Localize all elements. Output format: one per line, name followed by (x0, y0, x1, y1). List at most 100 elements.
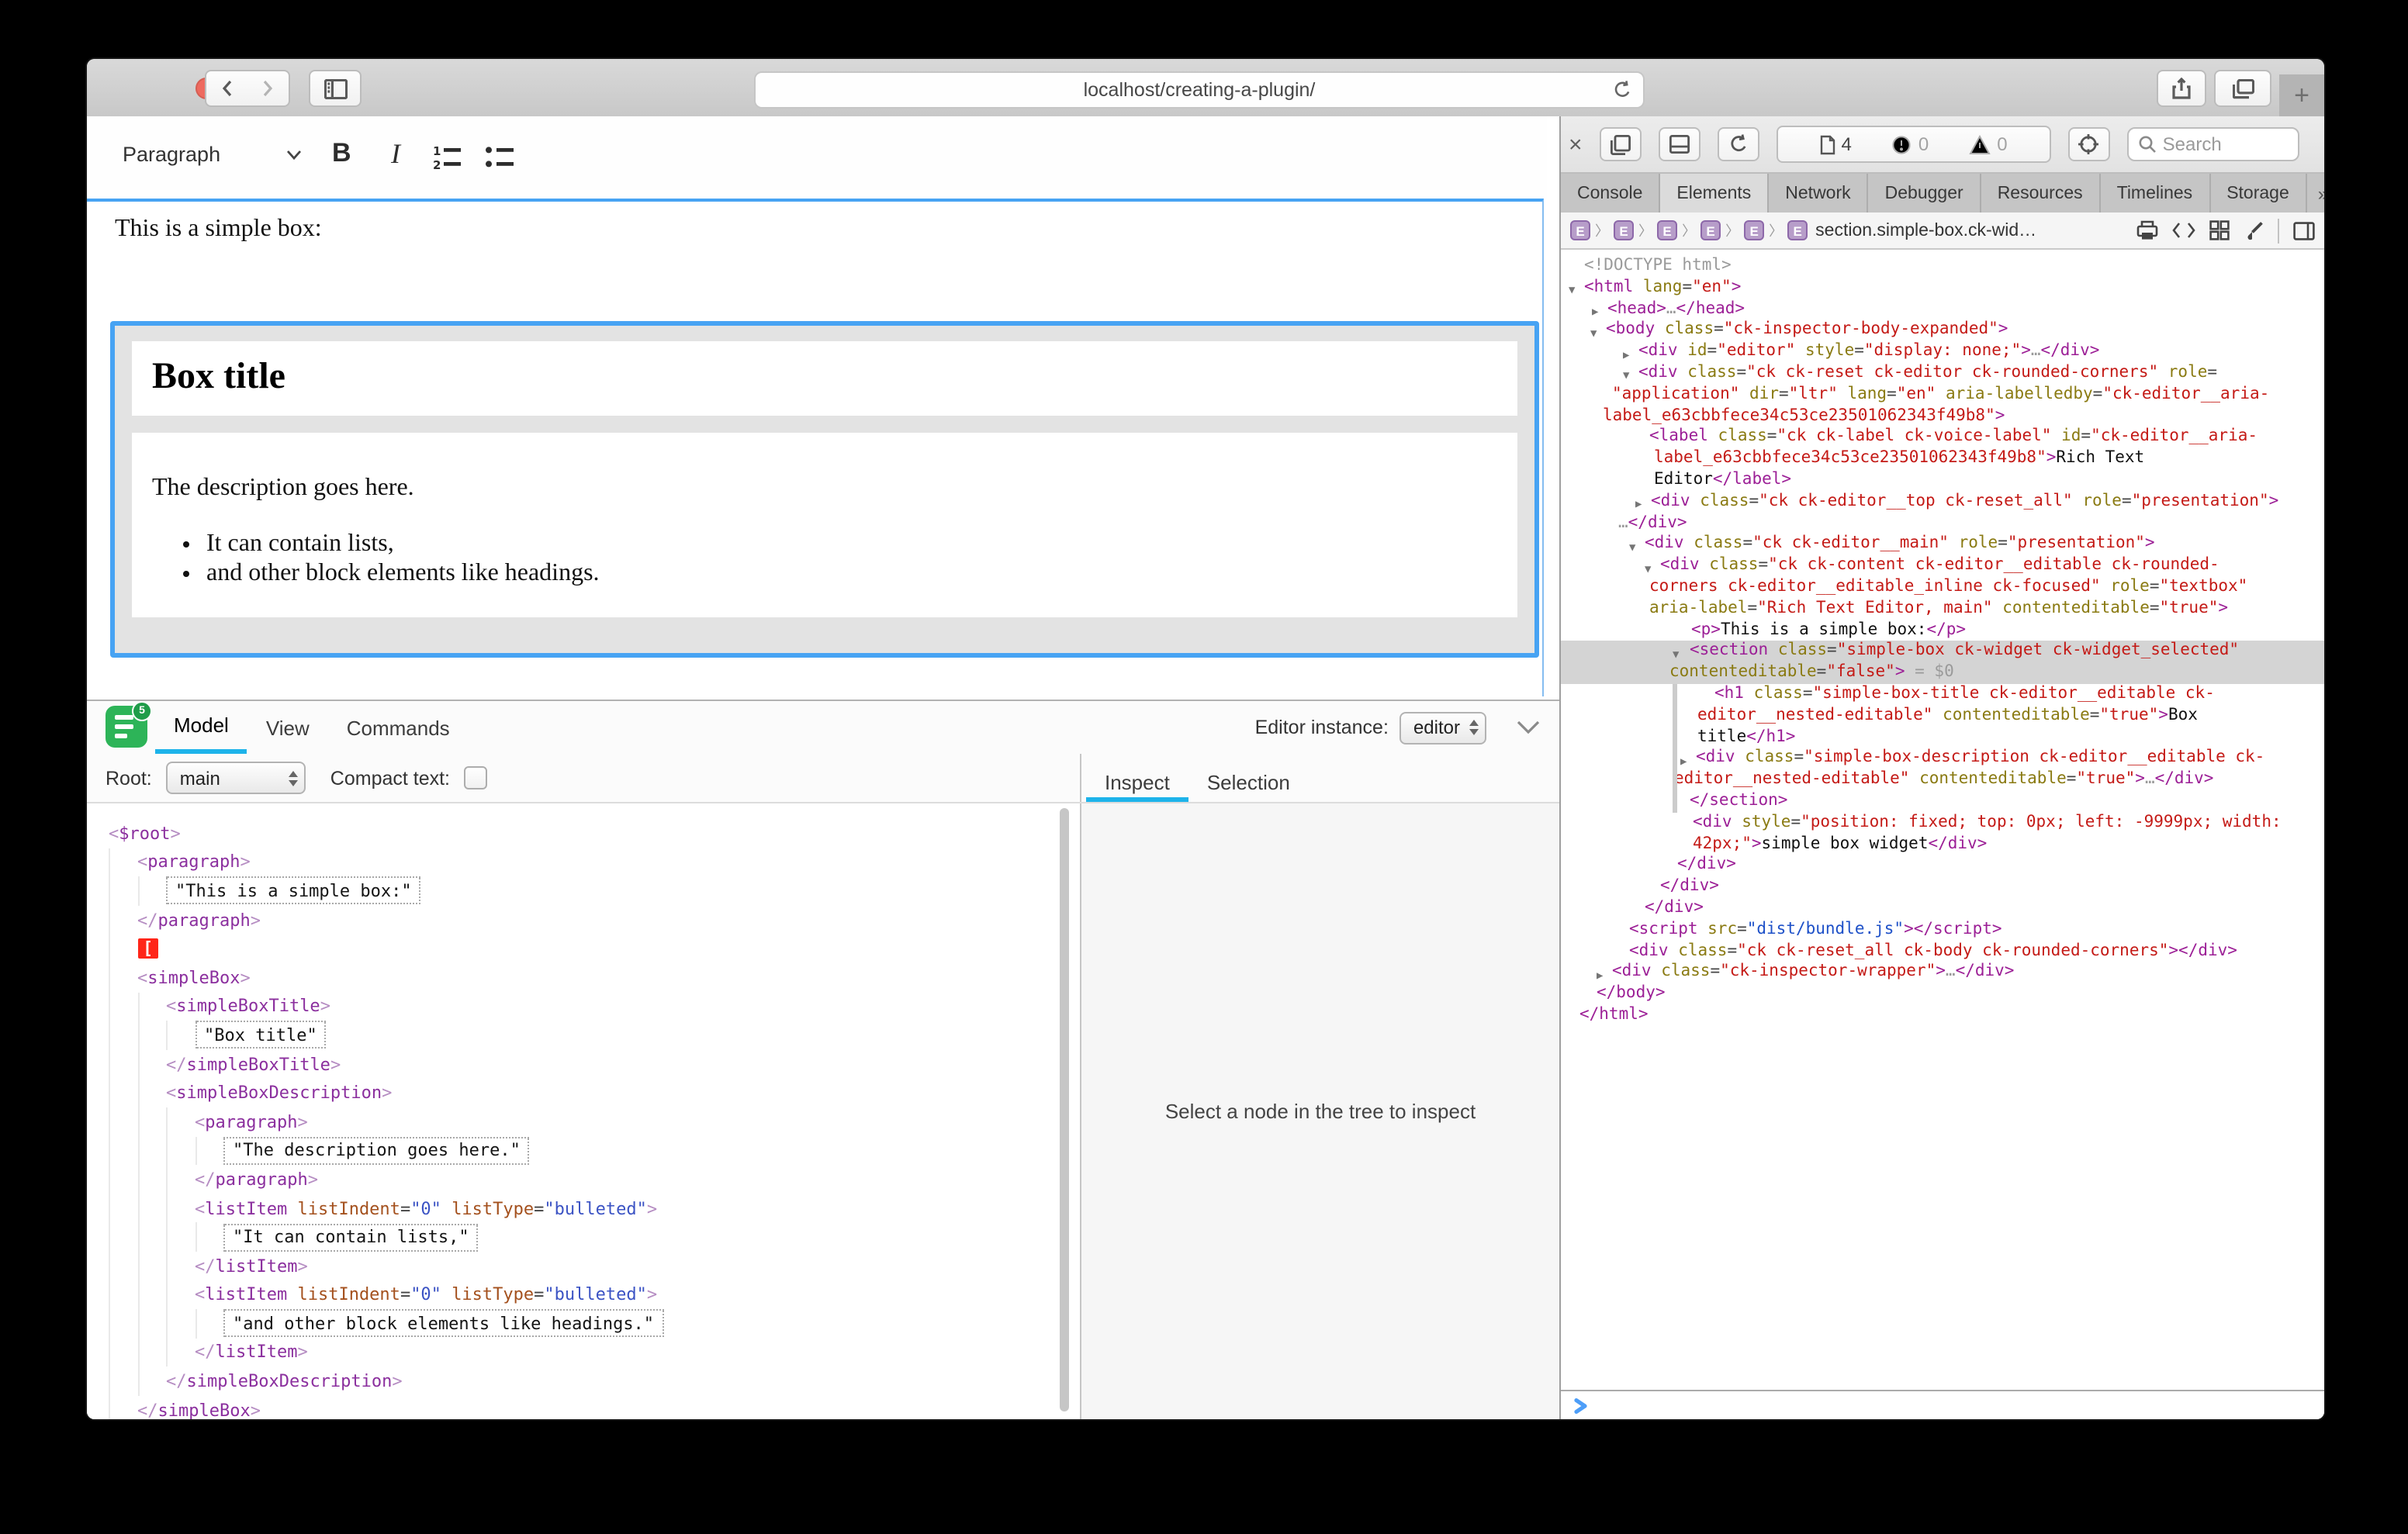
source-line[interactable]: label_e63cbbfece34c53ce23501062343f49b8"… (1561, 448, 2324, 470)
model-tree-line[interactable]: <simpleBoxDescription> (87, 1079, 1080, 1107)
devtools-tab-storage[interactable]: Storage (2210, 174, 2307, 212)
model-tree-line[interactable]: <paragraph> (87, 1107, 1080, 1136)
console-prompt-row[interactable] (1561, 1390, 2324, 1419)
inspector-tab-commands[interactable]: Commands (328, 701, 469, 754)
breadcrumb-element-badge[interactable]: E (1744, 220, 1764, 240)
intro-paragraph[interactable]: This is a simple box: (115, 216, 1542, 244)
model-tree-line[interactable]: "Box title" (87, 1021, 1080, 1049)
source-line[interactable]: <h1 class="simple-box-title ck-editor__e… (1561, 684, 2324, 706)
compact-text-checkbox[interactable] (464, 766, 487, 789)
rich-text-editable[interactable]: This is a simple box: Box title The desc… (87, 199, 1544, 696)
model-tree-line[interactable]: <simpleBox> (87, 963, 1080, 992)
source-line[interactable]: <p>This is a simple box:</p> (1561, 620, 2324, 641)
model-tree-line[interactable]: <listItem listIndent="0" listType="bulle… (87, 1280, 1080, 1309)
issues-count[interactable]: 0 (1872, 133, 1949, 155)
source-line[interactable]: …</div> (1561, 513, 2324, 534)
model-tree-line[interactable]: </listItem> (87, 1338, 1080, 1366)
source-line[interactable]: </section> (1561, 791, 2324, 813)
breadcrumb-element-badge[interactable]: E (1657, 220, 1677, 240)
source-line[interactable]: <!DOCTYPE html> (1561, 256, 2324, 278)
model-tree-line[interactable]: "The description goes here." (87, 1136, 1080, 1165)
source-line[interactable]: ▶<div class="ck ck-editor__top ck-reset_… (1561, 492, 2324, 513)
list-item[interactable]: It can contain lists, (206, 530, 1517, 559)
dock-side-button[interactable] (1600, 127, 1642, 161)
model-tree-line[interactable]: <paragraph> (87, 848, 1080, 876)
element-picker-button[interactable] (2068, 127, 2110, 161)
model-tree-line[interactable]: </listItem> (87, 1252, 1080, 1280)
source-line[interactable]: label_e63cbbfece34c53ce23501062343f49b8"… (1561, 406, 2324, 427)
breadcrumb-element-badge[interactable]: E (1700, 220, 1721, 240)
inspector-tab-selection[interactable]: Selection (1188, 766, 1309, 802)
source-line[interactable]: ▶<div class="ck-inspector-wrapper">…</di… (1561, 962, 2324, 984)
devtools-tab-network[interactable]: Network (1769, 174, 1868, 212)
close-devtools-button[interactable]: × (1569, 133, 1583, 156)
styles-brush-icon[interactable] (2244, 220, 2264, 240)
source-line[interactable]: </div> (1561, 876, 2324, 898)
reload-page-button[interactable] (1718, 127, 1759, 161)
document-count[interactable]: 4 (1800, 133, 1872, 155)
italic-button[interactable]: I (391, 138, 400, 171)
source-line[interactable]: </div> (1561, 855, 2324, 877)
code-brackets-icon[interactable] (2172, 222, 2195, 239)
devtools-tab-elements[interactable]: Elements (1660, 174, 1769, 212)
devtools-tab-timelines[interactable]: Timelines (2101, 174, 2211, 212)
sidebar-toggle-button[interactable] (309, 70, 362, 107)
source-line[interactable]: editor__nested-editable" contenteditable… (1561, 705, 2324, 727)
source-line[interactable]: <script src="dist/bundle.js"></script> (1561, 919, 2324, 941)
source-line[interactable]: ▼<html lang="en"> (1561, 278, 2324, 299)
dock-bottom-button[interactable] (1659, 127, 1700, 161)
address-bar[interactable]: localhost/creating-a-plugin/ (754, 71, 1645, 108)
simple-box-title-area[interactable]: Box title (132, 341, 1517, 416)
source-line[interactable]: contenteditable="false"> = $0 (1561, 662, 2324, 684)
model-tree-line[interactable]: "and other block elements like headings.… (87, 1309, 1080, 1338)
source-line[interactable]: </html> (1561, 1005, 2324, 1027)
source-line[interactable]: </body> (1561, 983, 2324, 1005)
source-line[interactable]: <div style="position: fixed; top: 0px; l… (1561, 812, 2324, 834)
new-tab-button[interactable]: + (2279, 74, 2324, 116)
box-description-paragraph[interactable]: The description goes here. (152, 475, 1517, 503)
simple-box-widget[interactable]: Box title The description goes here. It … (110, 321, 1539, 658)
devtools-tab-debugger[interactable]: Debugger (1869, 174, 1981, 212)
breadcrumb-element-badge[interactable]: E (1570, 220, 1590, 240)
source-line[interactable]: aria-label="Rich Text Editor, main" cont… (1561, 599, 2324, 620)
source-line[interactable]: ▶<head>…</head> (1561, 299, 2324, 320)
inspector-tab-view[interactable]: View (247, 701, 328, 754)
model-tree-line[interactable]: </paragraph> (87, 1165, 1080, 1194)
source-line[interactable]: ▼<div class="ck ck-editor__main" role="p… (1561, 534, 2324, 556)
share-button[interactable] (2157, 70, 2206, 107)
model-tree-line[interactable]: "It can contain lists," (87, 1223, 1080, 1252)
devtools-tab-resources[interactable]: Resources (1981, 174, 2101, 212)
tab-overflow-button[interactable]: » (2307, 174, 2324, 212)
devtools-tab-console[interactable]: Console (1561, 174, 1660, 212)
source-line[interactable]: ▼<section class="simple-box ck-widget ck… (1561, 641, 2324, 663)
root-select[interactable]: main (166, 762, 306, 794)
source-line[interactable]: Editor</label> (1561, 470, 2324, 492)
model-tree-line[interactable]: </paragraph> (87, 906, 1080, 935)
back-button[interactable] (205, 70, 250, 107)
editor-instance-select[interactable]: editor (1399, 711, 1486, 744)
model-tree-line[interactable]: <simpleBoxTitle> (87, 992, 1080, 1021)
collapse-inspector-icon[interactable] (1516, 720, 1541, 735)
source-line[interactable]: ▼<body class="ck-inspector-body-expanded… (1561, 320, 2324, 342)
model-tree-line[interactable]: <listItem listIndent="0" listType="bulle… (87, 1194, 1080, 1222)
source-line[interactable]: title</h1> (1561, 727, 2324, 748)
source-line[interactable]: ▶<div id="editor" style="display: none;"… (1561, 341, 2324, 363)
source-line[interactable]: "application" dir="ltr" lang="en" aria-l… (1561, 385, 2324, 406)
print-icon[interactable] (2136, 220, 2158, 240)
numbered-list-button[interactable]: 1 2 (431, 143, 462, 171)
model-tree-line[interactable]: </simpleBox> (87, 1396, 1080, 1419)
source-line[interactable]: ▼<div class="ck ck-reset ck-editor ck-ro… (1561, 363, 2324, 385)
tree-scrollbar[interactable] (1060, 808, 1069, 1411)
source-line[interactable]: ▼<div class="ck ck-content ck-editor__ed… (1561, 555, 2324, 577)
chevron-down-icon[interactable] (285, 149, 303, 161)
reload-icon[interactable] (1612, 78, 1632, 100)
paragraph-dropdown[interactable]: Paragraph (123, 143, 220, 166)
model-tree-line[interactable]: "This is a simple box:" (87, 876, 1080, 905)
devtools-search-field[interactable]: Search (2127, 127, 2299, 161)
model-tree-line[interactable]: </simpleBoxDescription> (87, 1367, 1080, 1396)
model-tree-line[interactable]: <$root> (87, 819, 1080, 848)
box-title-heading[interactable]: Box title (132, 341, 1517, 399)
tab-overview-button[interactable] (2214, 70, 2271, 107)
breadcrumb-element-badge[interactable]: E (1787, 220, 1808, 240)
details-sidebar-icon[interactable] (2293, 221, 2315, 240)
